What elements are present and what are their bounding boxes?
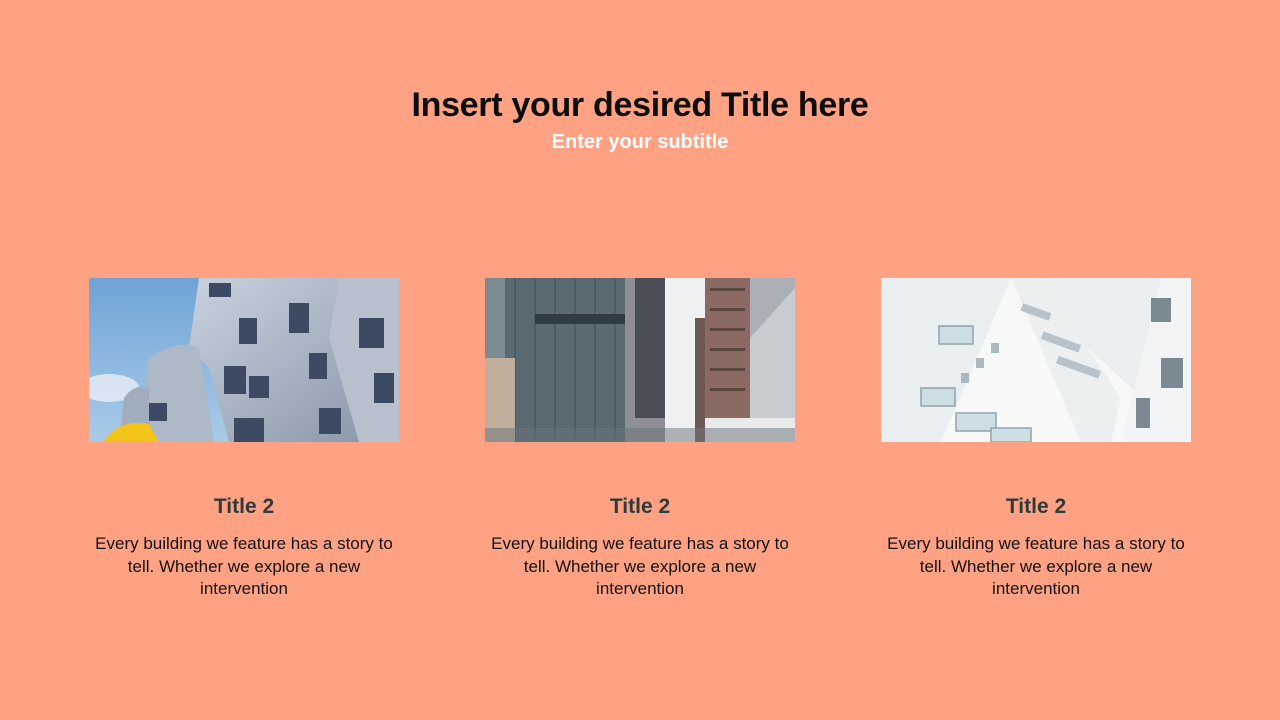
feature-card: Title 2 Every building we feature has a … xyxy=(89,278,399,598)
card-description: Every building we feature has a story to… xyxy=(491,534,789,598)
card-title: Title 2 xyxy=(609,495,671,518)
building-photo xyxy=(89,278,399,442)
slide-title: Insert your desired Title here xyxy=(411,86,869,124)
card-description: Every building we feature has a story to… xyxy=(95,534,393,598)
feature-card: Title 2 Every building we feature has a … xyxy=(881,278,1191,598)
building-photo xyxy=(485,278,795,442)
card-title: Title 2 xyxy=(213,495,275,518)
slide-subtitle: Enter your subtitle xyxy=(551,131,729,153)
building-photo xyxy=(881,278,1191,442)
card-title: Title 2 xyxy=(1005,495,1067,518)
slide: Insert your desired Title here Enter you… xyxy=(0,0,1280,720)
card-description: Every building we feature has a story to… xyxy=(887,534,1185,598)
feature-card: Title 2 Every building we feature has a … xyxy=(485,278,795,598)
